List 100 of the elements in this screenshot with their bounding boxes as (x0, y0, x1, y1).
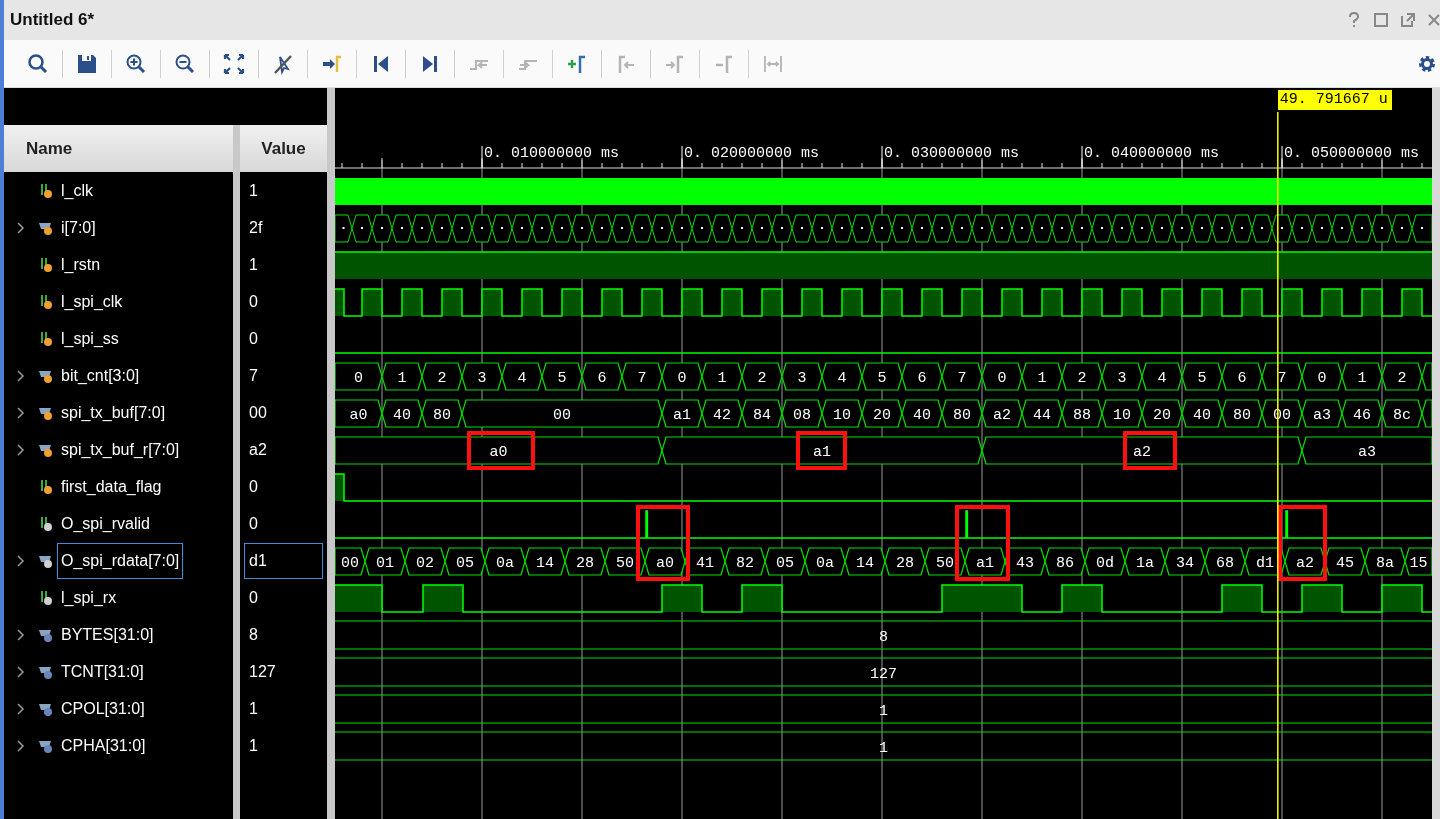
bus-value: 00 (341, 555, 359, 572)
bus-value: 68 (1216, 555, 1234, 572)
bus-segment (1261, 362, 1303, 391)
window-title: Untitled 6* (10, 10, 95, 30)
signal-value: 1 (248, 698, 259, 719)
chevron-icon[interactable] (17, 443, 25, 456)
chevron-icon[interactable] (17, 369, 25, 382)
signal-name[interactable]: spi_tx_buf[7:0] (57, 394, 170, 431)
bus-value: 00 (553, 407, 571, 424)
bus-value: 80 (433, 407, 451, 424)
chevron-icon[interactable] (17, 554, 25, 567)
cursor-time-label: 49. 791667 u (1277, 90, 1392, 110)
name-column-header[interactable]: Name (4, 125, 233, 172)
chevron-icon[interactable] (17, 739, 25, 752)
signal-name[interactable]: l_clk (57, 172, 97, 209)
bus-value: 50 (936, 555, 954, 572)
signal-name[interactable]: CPOL[31:0] (57, 690, 149, 727)
signal-value: 00 (248, 402, 268, 423)
signal-name[interactable]: i[7:0] (57, 209, 100, 246)
magnifier-icon (27, 52, 49, 75)
signal-name[interactable]: CPHA[31:0] (57, 727, 150, 764)
bus-value: 84 (753, 407, 771, 424)
chevron-icon[interactable] (17, 221, 25, 234)
bus-segment (901, 362, 943, 391)
bus-segment (564, 547, 606, 576)
signal-name[interactable]: l_spi_clk (57, 283, 127, 320)
bus-value: 6 (917, 370, 927, 387)
bus-segment (741, 399, 783, 428)
bus-value: 2 (437, 370, 447, 387)
signal-value: 1 (248, 180, 259, 201)
bus-value: 80 (953, 407, 971, 424)
bus-value: 7 (957, 370, 967, 387)
bus-value: 05 (456, 555, 474, 572)
bus-segment (901, 399, 943, 428)
bus-segment (1341, 362, 1383, 391)
signal-value: d1 (244, 542, 323, 579)
bus-segment (1181, 362, 1223, 391)
signal-name[interactable]: TCNT[31:0] (57, 653, 148, 690)
bus-segment (364, 547, 406, 576)
bus-value: 0a (496, 555, 514, 572)
bus-value: 4 (837, 370, 847, 387)
chevron-icon[interactable] (17, 702, 25, 715)
bus-value: 127 (870, 666, 897, 683)
bus-segment (1181, 399, 1223, 428)
bus-value: 20 (873, 407, 891, 424)
chevron-icon[interactable] (17, 406, 25, 419)
bus-segment (981, 362, 1023, 391)
bus-value: 3 (797, 370, 807, 387)
bus-value: a0 (349, 407, 368, 424)
signal-value: 8 (248, 624, 259, 645)
bus-value: 10 (833, 407, 851, 424)
bus-segment (581, 362, 623, 391)
signal-name[interactable]: bit_cnt[3:0] (57, 357, 144, 394)
signal-value: 0 (248, 328, 259, 349)
bus-segment (861, 399, 903, 428)
chevron-icon[interactable] (17, 665, 25, 678)
time-label: 0. 040000000 ms (1084, 145, 1220, 162)
signal-name[interactable]: O_spi_rdata[7:0] (57, 542, 184, 579)
bus-segment (461, 362, 503, 391)
signal-value: 0 (248, 291, 259, 312)
bus-value: 0a (816, 555, 834, 572)
bus-value: 4 (517, 370, 527, 387)
bus-segment (1324, 547, 1366, 576)
bus-segment (444, 547, 486, 576)
signal-name[interactable]: BYTES[31:0] (57, 616, 158, 653)
time-label: 0. 020000000 ms (684, 145, 820, 162)
signal-name[interactable]: spi_tx_buf_r[7:0] (57, 431, 184, 468)
bus-segment (1101, 362, 1143, 391)
bus-segment (1061, 362, 1103, 391)
restore-icon[interactable] (1374, 13, 1388, 27)
bus-value: 42 (713, 407, 731, 424)
bus-value: a1 (673, 407, 691, 424)
time-cursor[interactable] (1277, 111, 1279, 819)
zoom-out-icon (174, 52, 196, 75)
signal-name[interactable]: O_spi_rvalid (57, 505, 154, 542)
bus-segment (844, 547, 886, 576)
signal-name[interactable]: l_spi_rx (57, 579, 121, 616)
signal-value: 1 (248, 735, 259, 756)
value-column-header[interactable]: Value (240, 125, 327, 172)
settings-icon[interactable] (1417, 53, 1437, 74)
signal-name[interactable]: l_spi_ss (57, 320, 123, 357)
bus-value: 28 (576, 555, 594, 572)
bus-segment (804, 547, 846, 576)
help-icon[interactable] (1347, 12, 1361, 28)
bus-segment (1204, 547, 1246, 576)
chevron-icon[interactable] (17, 628, 25, 641)
signal-name[interactable]: l_rstn (57, 246, 105, 283)
scroll-bar[interactable] (1432, 88, 1440, 819)
signal-value: a2 (248, 439, 268, 460)
close-icon[interactable] (1428, 14, 1440, 26)
bus-value: 0d (1096, 555, 1114, 572)
float-window-icon[interactable] (1401, 13, 1415, 27)
bus-value: 34 (1176, 555, 1194, 572)
expand-arrows-icon (223, 52, 245, 75)
signal-name[interactable]: first_data_flag (57, 468, 166, 505)
bus-value: 2 (1077, 370, 1087, 387)
bus-value: 5 (1197, 370, 1207, 387)
bus-value: 1 (1037, 370, 1047, 387)
bus-segment (941, 399, 983, 428)
bus-value: a1 (976, 555, 994, 572)
